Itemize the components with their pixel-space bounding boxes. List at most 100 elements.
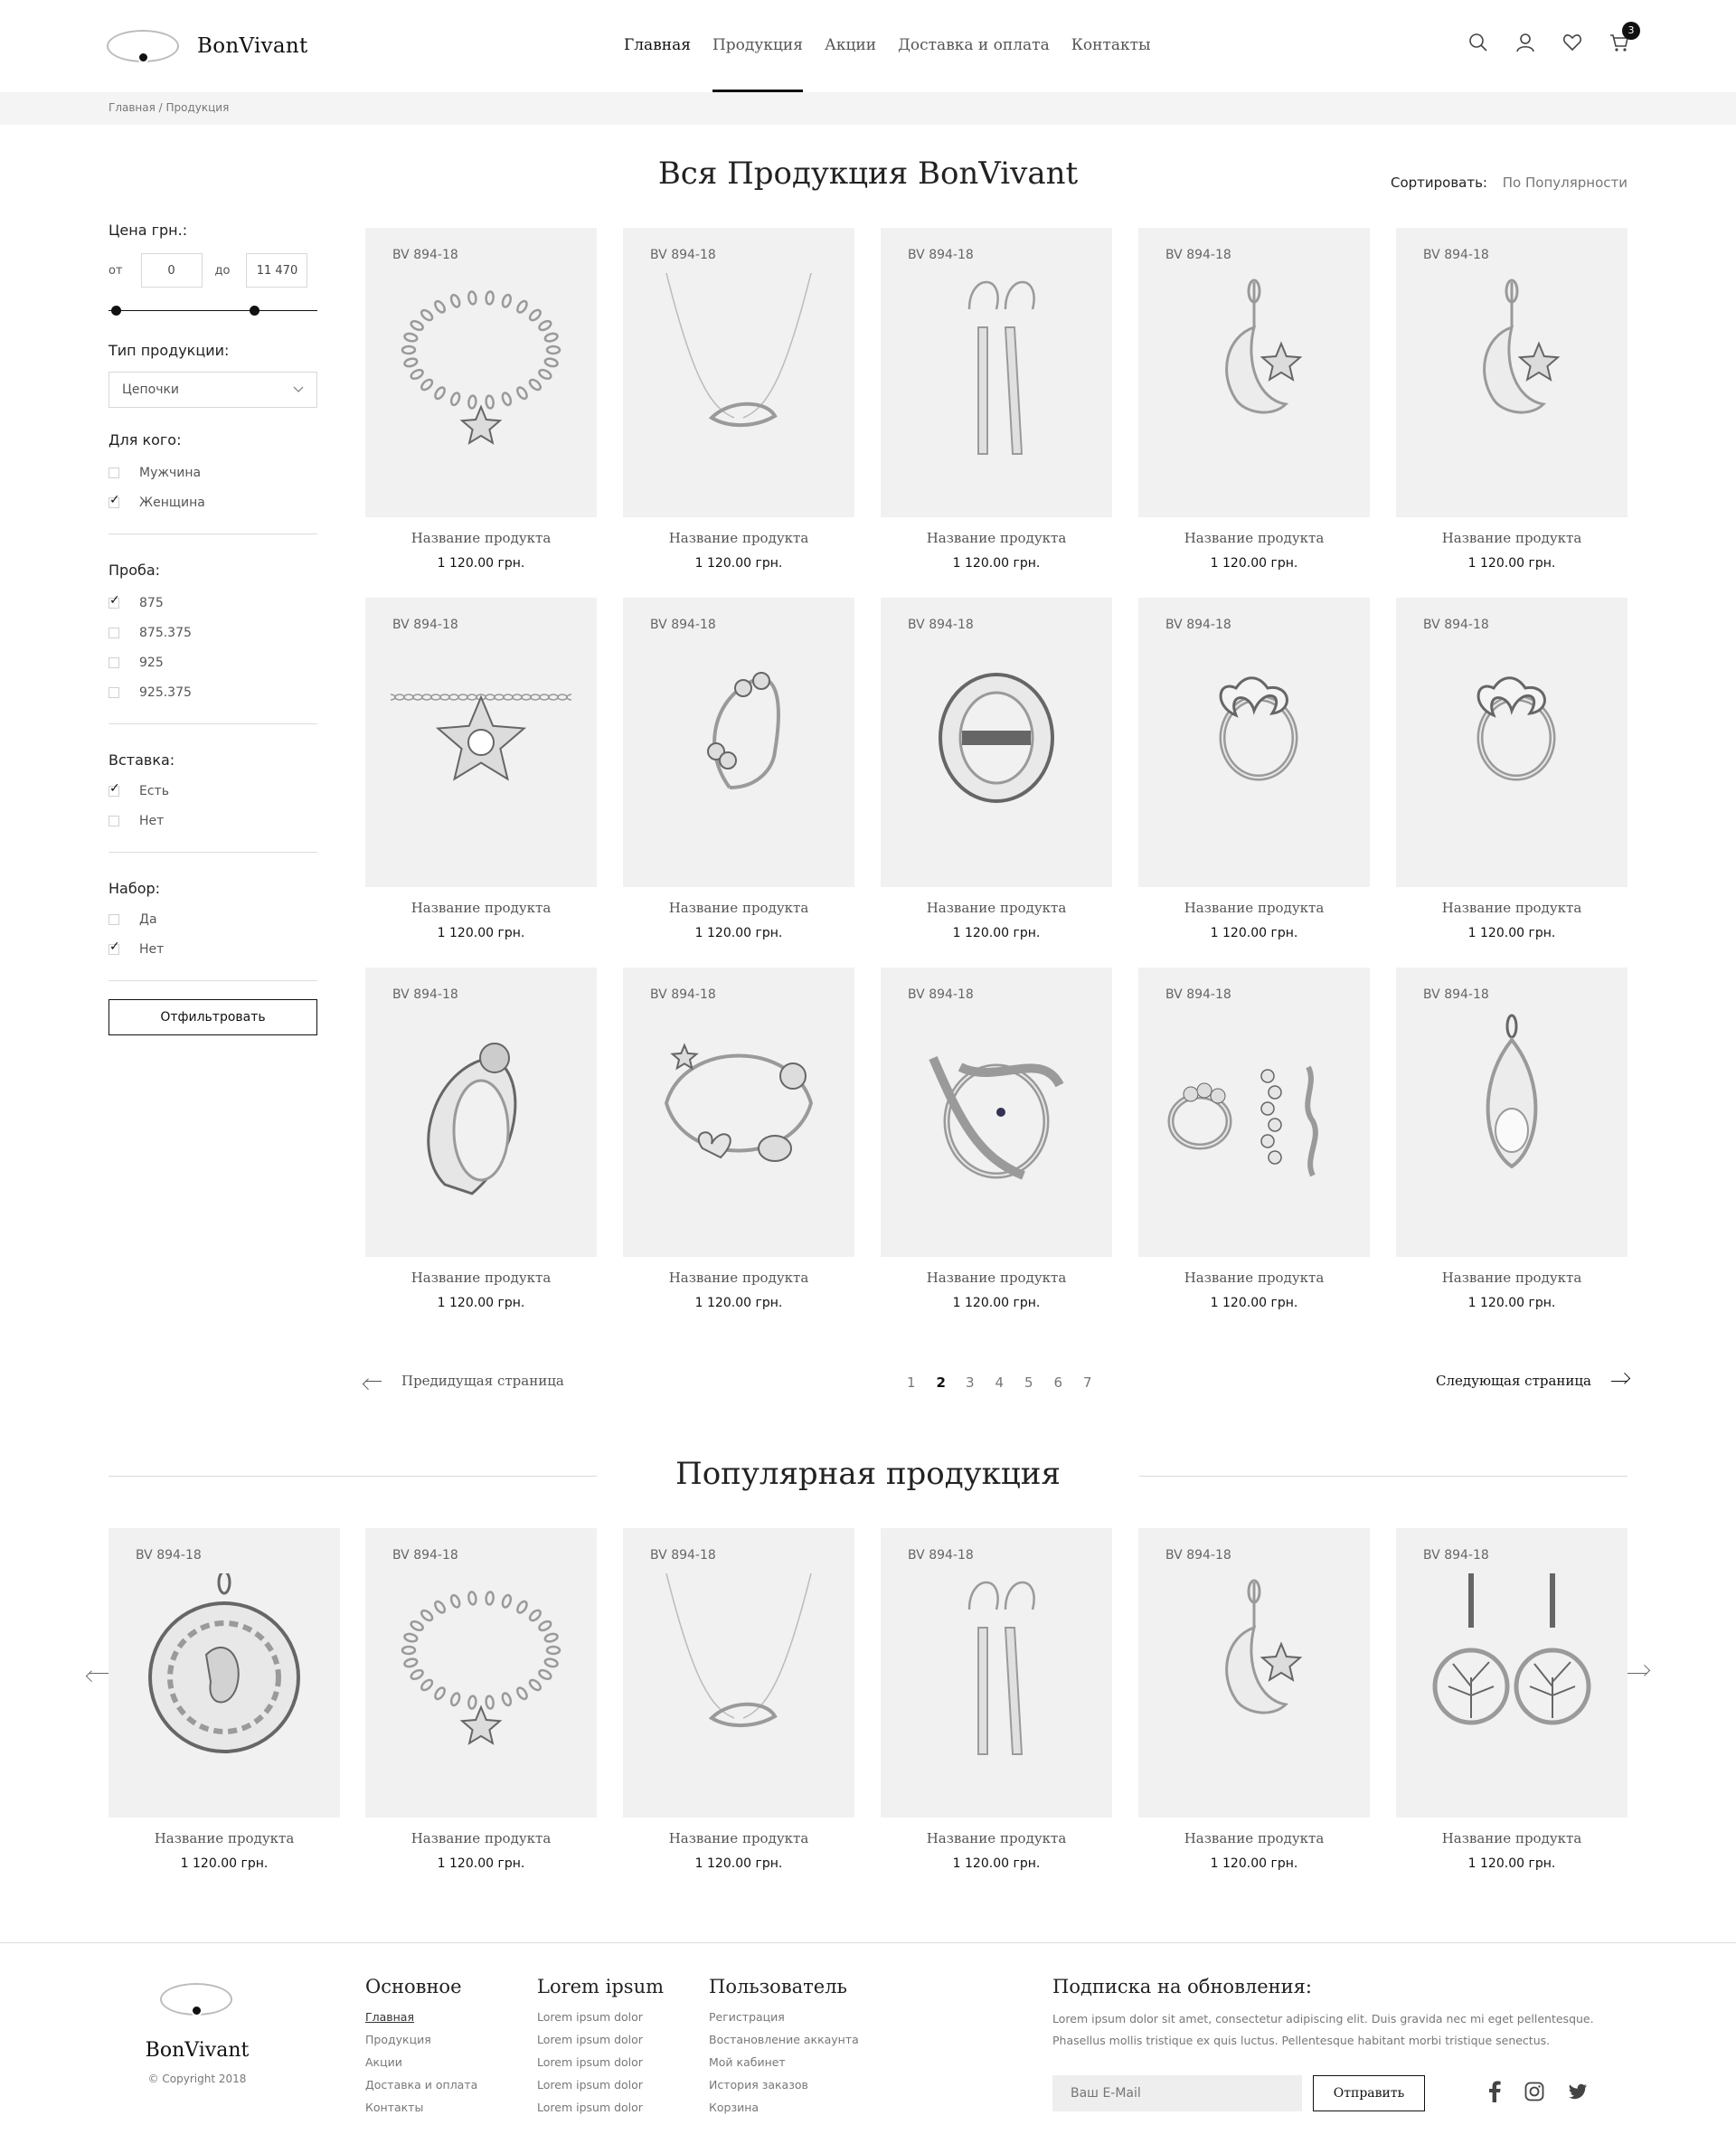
product-image[interactable]: BV 894-18 (365, 968, 597, 1257)
prev-page-link[interactable]: Предидущая страница (365, 1373, 564, 1389)
price-from-input[interactable]: 0 (140, 253, 203, 288)
product-card[interactable]: BV 894-18 Название продукта 1 120.00 грн… (365, 228, 597, 571)
page-number[interactable]: 7 (1083, 1374, 1113, 1391)
sort-dropdown[interactable]: По Популярности (1503, 175, 1628, 191)
product-image[interactable]: BV 894-18 (623, 598, 854, 887)
product-card[interactable]: BV 894-18 Название продукта 1 120.00 грн… (1396, 598, 1628, 940)
product-card[interactable]: BV 894-18 Название продукта 1 120.00 грн… (365, 968, 597, 1310)
heart-icon[interactable] (1562, 33, 1582, 52)
cart-icon[interactable]: 3 (1609, 22, 1640, 52)
product-image[interactable]: BV 894-18 (1138, 968, 1370, 1257)
logo[interactable]: BonVivant (107, 25, 324, 67)
product-name[interactable]: Название продукта (1138, 1830, 1370, 1846)
footer-link[interactable]: Контакты (365, 2101, 477, 2114)
product-card[interactable]: BV 894-18 Название продукта 1 120.00 грн… (881, 1528, 1112, 1871)
twitter-icon[interactable] (1568, 2083, 1588, 2103)
product-name[interactable]: Название продукта (1138, 530, 1370, 546)
page-number-current[interactable]: 2 (937, 1374, 967, 1391)
email-input[interactable] (1052, 2075, 1302, 2111)
product-card[interactable]: BV 894-18 Название продукта 1 120.00 грн… (1396, 968, 1628, 1310)
product-name[interactable]: Название продукта (365, 1830, 597, 1846)
product-image[interactable]: BV 894-18 (881, 1528, 1112, 1818)
next-page-link[interactable]: Следующая страница (1436, 1373, 1628, 1389)
product-name[interactable]: Название продукта (623, 900, 854, 916)
page-number[interactable]: 6 (1054, 1374, 1084, 1391)
footer-link[interactable]: История заказов (709, 2078, 859, 2092)
nav-delivery[interactable]: Доставка и оплата (898, 36, 1050, 92)
footer-link[interactable]: Востановление аккаунта (709, 2033, 859, 2046)
nav-contacts[interactable]: Контакты (1071, 36, 1151, 92)
product-card[interactable]: BV 894-18 Название продукта 1 120.00 грн… (1396, 228, 1628, 571)
footer-link[interactable]: Акции (365, 2055, 477, 2069)
checkbox-insert-yes[interactable]: Есть (108, 776, 317, 806)
product-name[interactable]: Название продукта (881, 1830, 1112, 1846)
checkbox-proba-925-375[interactable]: 925.375 (108, 677, 317, 707)
product-image[interactable]: BV 894-18 (365, 228, 597, 517)
product-name[interactable]: Название продукта (1138, 1270, 1370, 1286)
product-name[interactable]: Название продукта (108, 1830, 340, 1846)
send-button[interactable]: Отправить (1313, 2075, 1425, 2111)
product-card[interactable]: BV 894-18 Название продукта 1 120.00 грн… (881, 598, 1112, 940)
product-image[interactable]: BV 894-18 (1138, 598, 1370, 887)
product-image[interactable]: BV 894-18 (1138, 228, 1370, 517)
product-card[interactable]: BV 894-18 Название продукта 1 120.00 грн… (623, 968, 854, 1310)
product-name[interactable]: Название продукта (1396, 530, 1628, 546)
product-card[interactable]: BV 894-18 Название продукта 1 120.00 грн… (623, 598, 854, 940)
price-slider-min-handle[interactable] (111, 306, 121, 316)
page-number[interactable]: 4 (995, 1374, 1025, 1391)
page-number[interactable]: 5 (1024, 1374, 1054, 1391)
product-image[interactable]: BV 894-18 (365, 598, 597, 887)
checkbox-insert-no[interactable]: Нет (108, 806, 317, 836)
product-image[interactable]: BV 894-18 (881, 228, 1112, 517)
product-card[interactable]: BV 894-18 Название продукта 1 120.00 грн… (1138, 1528, 1370, 1871)
product-image[interactable]: BV 894-18 (1396, 228, 1628, 517)
product-name[interactable]: Название продукта (365, 530, 597, 546)
product-card[interactable]: BV 894-18 Название продукта 1 120.00 грн… (1396, 1528, 1628, 1871)
user-icon[interactable] (1515, 33, 1535, 52)
facebook-icon[interactable] (1488, 2081, 1501, 2106)
footer-link[interactable]: Lorem ipsum dolor (537, 2010, 664, 2024)
page-number[interactable]: 1 (907, 1374, 937, 1391)
product-name[interactable]: Название продукта (1396, 900, 1628, 916)
product-card[interactable]: BV 894-18 Название продукта 1 120.00 грн… (623, 228, 854, 571)
nav-home[interactable]: Главная (624, 36, 691, 92)
footer-link[interactable]: Мой кабинет (709, 2055, 859, 2069)
product-image[interactable]: BV 894-18 (623, 1528, 854, 1818)
footer-link[interactable]: Регистрация (709, 2010, 859, 2024)
price-slider[interactable] (108, 300, 317, 318)
product-type-select[interactable]: Цепочки (108, 372, 317, 408)
nav-promotions[interactable]: Акции (825, 36, 876, 92)
product-name[interactable]: Название продукта (365, 900, 597, 916)
product-image[interactable]: BV 894-18 (365, 1528, 597, 1818)
product-image[interactable]: BV 894-18 (623, 968, 854, 1257)
product-card[interactable]: BV 894-18 Название продукта 1 120.00 грн… (623, 1528, 854, 1871)
checkbox-set-no[interactable]: Нет (108, 934, 317, 964)
product-image[interactable]: BV 894-18 (1396, 598, 1628, 887)
nav-products[interactable]: Продукция (712, 36, 804, 92)
price-to-input[interactable]: 11 470 (246, 253, 308, 288)
product-image[interactable]: BV 894-18 (881, 968, 1112, 1257)
product-name[interactable]: Название продукта (365, 1270, 597, 1286)
product-name[interactable]: Название продукта (881, 900, 1112, 916)
price-slider-max-handle[interactable] (250, 306, 259, 316)
product-card[interactable]: BV 894-18 Название продукта 1 120.00 грн… (365, 1528, 597, 1871)
product-image[interactable]: BV 894-18 (1396, 968, 1628, 1257)
product-name[interactable]: Название продукта (623, 1270, 854, 1286)
checkbox-set-yes[interactable]: Да (108, 904, 317, 934)
product-card[interactable]: BV 894-18 Название продукта 1 120.00 грн… (108, 1528, 340, 1871)
checkbox-men[interactable]: Мужчина (108, 458, 317, 487)
checkbox-proba-875[interactable]: 875 (108, 588, 317, 618)
footer-link[interactable]: Корзина (709, 2101, 859, 2114)
product-card[interactable]: BV 894-18 Название продукта 1 120.00 грн… (881, 968, 1112, 1310)
product-name[interactable]: Название продукта (1396, 1270, 1628, 1286)
product-image[interactable]: BV 894-18 (623, 228, 854, 517)
footer-link[interactable]: Lorem ipsum dolor (537, 2055, 664, 2069)
checkbox-proba-875-375[interactable]: 875.375 (108, 618, 317, 647)
product-card[interactable]: BV 894-18 Название продукта 1 120.00 грн… (1138, 228, 1370, 571)
product-name[interactable]: Название продукта (881, 1270, 1112, 1286)
product-image[interactable]: BV 894-18 (1396, 1528, 1628, 1818)
checkbox-proba-925[interactable]: 925 (108, 647, 317, 677)
breadcrumb[interactable]: Главная / Продукция (108, 101, 229, 114)
product-card[interactable]: BV 894-18 Название продукта 1 120.00 грн… (1138, 598, 1370, 940)
footer-link[interactable]: Доставка и оплата (365, 2078, 477, 2092)
